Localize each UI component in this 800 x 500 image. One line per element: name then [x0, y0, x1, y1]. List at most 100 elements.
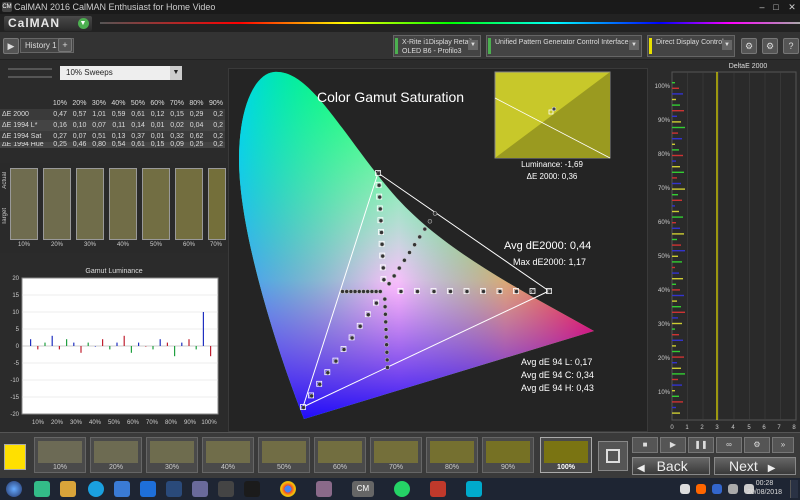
folder-icon[interactable]	[60, 481, 76, 497]
delta-e-bar	[672, 227, 680, 229]
chrome-icon[interactable]	[280, 481, 296, 497]
x-tick: 8	[792, 425, 796, 431]
luminance-bar	[152, 346, 154, 350]
back-button[interactable]: ◀ Back	[632, 457, 710, 475]
measured-point	[383, 327, 389, 332]
patch-button[interactable]: 40%	[202, 437, 254, 473]
measured-point	[431, 289, 437, 294]
close-icon[interactable]: ✕	[786, 1, 798, 13]
chart-title: DeltaE 2000	[729, 63, 768, 70]
app-icon[interactable]	[316, 481, 332, 497]
stop-icon[interactable]: ■	[632, 437, 658, 453]
delta-e-bar	[672, 216, 683, 218]
play-icon[interactable]: ▶	[3, 38, 19, 54]
app-icon[interactable]	[466, 481, 482, 497]
x-tick: 6	[762, 425, 766, 431]
pause-icon[interactable]: ❚❚	[688, 437, 714, 453]
play-icon[interactable]: ▶	[660, 437, 686, 453]
app-icon[interactable]	[218, 481, 234, 497]
patch-button[interactable]: 10%	[34, 437, 86, 473]
delta-e-bar	[672, 210, 679, 213]
patch-button[interactable]: 90%	[482, 437, 534, 473]
delta-e-bar	[672, 345, 676, 347]
minimize-icon[interactable]: –	[756, 1, 768, 13]
paint-icon[interactable]	[192, 481, 208, 497]
avg-de94-h: Avg dE 94 H: 0,43	[521, 383, 594, 393]
whatsapp-icon[interactable]	[394, 481, 410, 497]
gear-icon[interactable]: ⚙	[762, 38, 778, 54]
patch-button[interactable]: 50%	[258, 437, 310, 473]
measured-point	[349, 335, 355, 341]
tray-icon[interactable]	[680, 484, 690, 494]
delta-e-bar	[672, 87, 679, 89]
delta-e-bar	[672, 283, 676, 285]
status-bar	[395, 38, 398, 54]
measured-point	[348, 289, 354, 294]
delta-e-bar	[672, 294, 684, 297]
settings-icon[interactable]: ⚙	[744, 437, 770, 453]
tray-icon[interactable]	[696, 484, 706, 494]
x-tick: 30%	[70, 420, 83, 426]
actual-label: Actual	[2, 172, 8, 189]
x-tick: 1	[685, 425, 689, 431]
measured-point	[417, 234, 422, 240]
grip-icon	[8, 68, 52, 78]
luminance-bar	[166, 342, 168, 346]
teamviewer-icon[interactable]	[140, 481, 156, 497]
delta-e-bar	[672, 132, 678, 134]
help-icon[interactable]: ?	[783, 38, 799, 54]
patch-button[interactable]: 30%	[146, 437, 198, 473]
luminance-bar	[123, 335, 125, 346]
settings-icon[interactable]: ⚙	[741, 38, 757, 54]
add-tab-icon[interactable]: +	[58, 38, 72, 52]
maximize-icon[interactable]: □	[770, 1, 782, 13]
more-icon[interactable]: »	[772, 437, 794, 453]
delta-e-bar	[672, 350, 680, 353]
network-icon[interactable]	[728, 484, 738, 494]
sweep-select[interactable]: 10% Sweeps ▼	[60, 66, 182, 80]
start-icon[interactable]	[6, 481, 22, 497]
next-button[interactable]: Next ▶	[714, 457, 796, 475]
x-tick: 7	[777, 425, 781, 431]
stop-button[interactable]	[598, 441, 628, 471]
skype-icon[interactable]	[88, 481, 104, 497]
word-icon[interactable]	[114, 481, 130, 497]
patch-button[interactable]: 70%	[370, 437, 422, 473]
status-bar	[488, 38, 491, 54]
luminance-bar	[66, 339, 68, 346]
patch-button[interactable]: 60%	[314, 437, 366, 473]
patch-button-selected[interactable]: 100%	[540, 437, 592, 473]
measured-point	[379, 230, 384, 235]
calman-taskbar-icon[interactable]: CM	[352, 481, 374, 497]
measured-point	[385, 365, 390, 370]
app-icon[interactable]	[430, 481, 446, 497]
app-icon[interactable]	[34, 481, 50, 497]
measured-point	[378, 289, 383, 294]
avg-de94-l: Avg dE 94 L: 0,17	[521, 357, 592, 367]
luminance-bar	[37, 346, 39, 350]
calman-menu-button[interactable]: CalMAN ▼	[4, 16, 92, 31]
bluetooth-icon[interactable]	[712, 484, 722, 494]
clock[interactable]: 00:28 20/08/2018	[747, 479, 782, 497]
patch-button[interactable]: 20%	[90, 437, 142, 473]
meter-device-select[interactable]: X-Rite i1Display Retail OLED B6 - Profil…	[393, 35, 481, 57]
delta-e-bar	[672, 244, 681, 246]
measured-point	[514, 289, 519, 294]
x-tick: 100%	[201, 420, 217, 426]
measured-point	[352, 289, 358, 294]
delta-e-bar	[672, 166, 680, 168]
delta-e-bar	[672, 339, 683, 341]
display-control-select[interactable]: Direct Display Control ▼	[647, 35, 735, 57]
app-icon[interactable]	[244, 481, 260, 497]
pattern-generator-select[interactable]: Unified Pattern Generator Control Interf…	[486, 35, 642, 57]
status-bar	[649, 38, 652, 54]
measured-point	[344, 289, 349, 294]
loop-icon[interactable]: ∞	[716, 437, 742, 453]
measured-point	[340, 289, 345, 294]
swatch	[76, 168, 104, 240]
show-desktop-button[interactable]	[790, 480, 798, 498]
inset-point	[551, 106, 557, 112]
luminance-bar	[80, 346, 82, 353]
app-icon[interactable]	[166, 481, 182, 497]
patch-button[interactable]: 80%	[426, 437, 478, 473]
